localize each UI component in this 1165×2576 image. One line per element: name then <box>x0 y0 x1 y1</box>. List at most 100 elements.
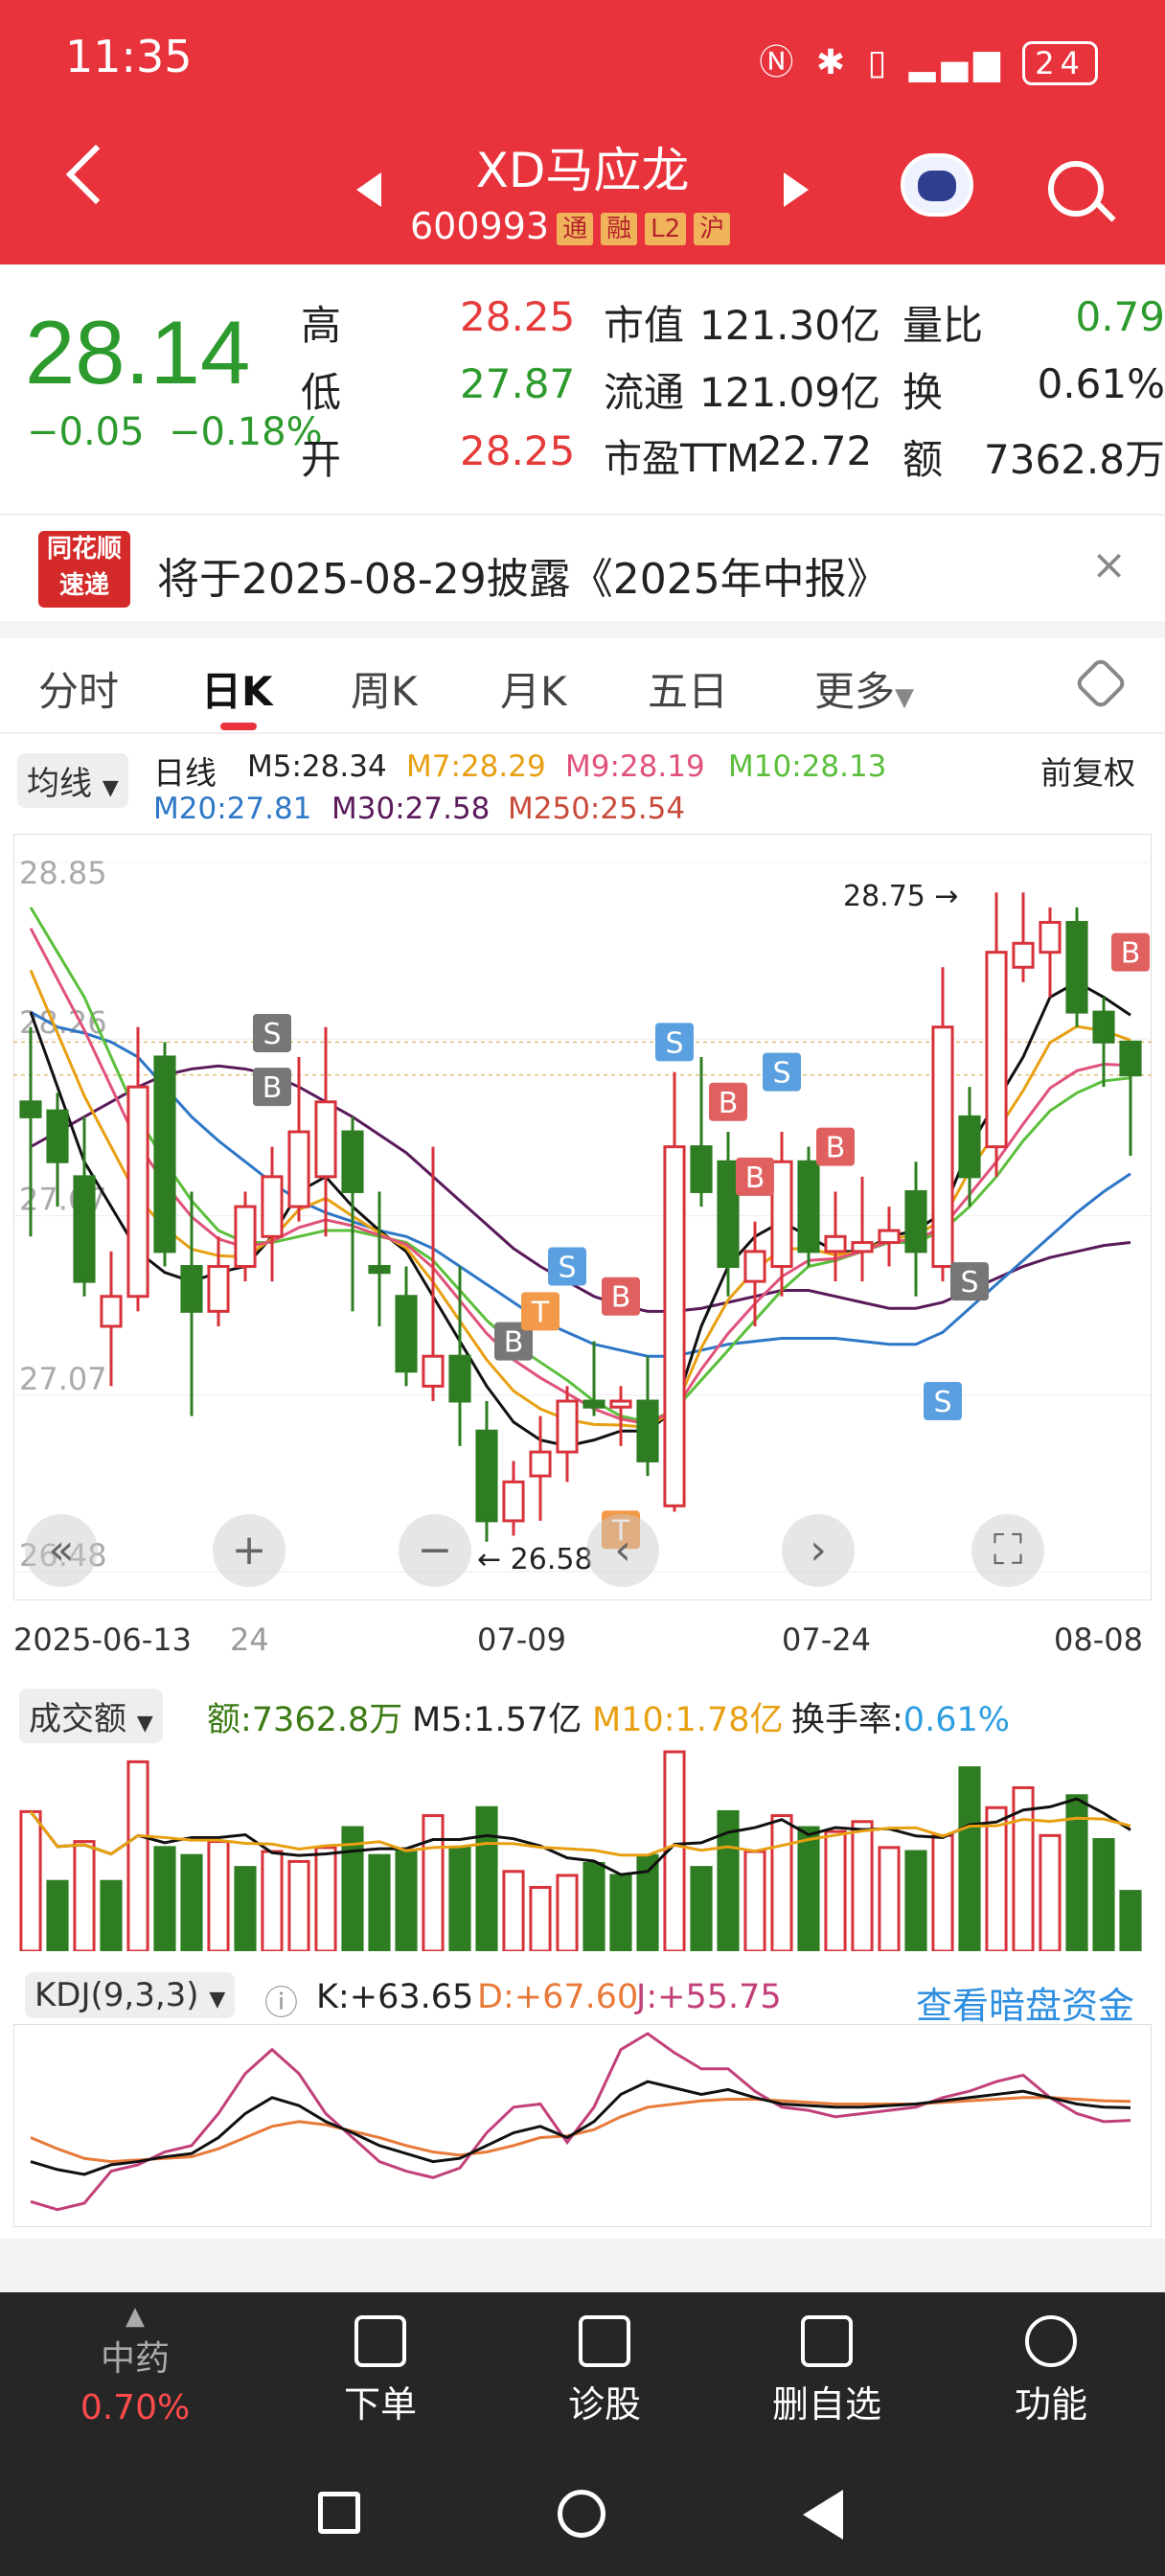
signal-label: B <box>745 1162 765 1195</box>
tab-more[interactable]: 更多▼ <box>814 659 914 718</box>
next-stock-icon[interactable] <box>784 172 809 207</box>
tag-hu: 沪 <box>694 212 731 245</box>
volume-selector[interactable]: 成交额 ▼ <box>19 1689 163 1743</box>
volume-bar <box>100 1879 123 1951</box>
x-label-0709: 07-09 <box>477 1622 566 1658</box>
label-low: 低 <box>301 369 342 416</box>
change-pct: −0.18% <box>169 410 323 454</box>
volume-bar <box>46 1879 69 1951</box>
search-icon-handle <box>1095 201 1116 222</box>
control-glyph: − <box>418 1526 453 1575</box>
volume-bar <box>904 1850 927 1951</box>
volume-bar <box>180 1853 203 1951</box>
kline-chart[interactable]: 28.8528.2627.6727.0726.4828.75 →← 26.58S… <box>13 834 1152 1600</box>
chart-settings-icon[interactable] <box>1073 656 1129 711</box>
volume-bar <box>261 1850 284 1951</box>
chart-control-zoom-out[interactable]: − <box>399 1514 471 1587</box>
vol-turnover-value: 0.61% <box>902 1701 1010 1739</box>
control-glyph: ‹ <box>614 1526 631 1575</box>
price-change: −0.05 −0.18% <box>27 410 323 454</box>
volume-bar <box>422 1814 445 1951</box>
volume-bar <box>73 1840 96 1951</box>
dark-pool-link[interactable]: 查看暗盘资金 <box>916 1976 1134 2029</box>
chart-control-fast[interactable]: « <box>25 1514 98 1587</box>
chart-control-next[interactable]: › <box>782 1514 855 1587</box>
candle-body <box>851 1241 874 1254</box>
ma-m20: M20:27.81 <box>153 792 312 826</box>
nav-order[interactable]: 下单 <box>308 2315 452 2427</box>
search-icon[interactable] <box>1048 161 1104 217</box>
chart-control-zoom-in[interactable]: + <box>213 1514 286 1587</box>
signal-label: S <box>665 1026 683 1060</box>
notice-text: 将于2025-08-29披露《2025年中报》 <box>157 555 889 604</box>
signal-label: B <box>504 1326 524 1360</box>
tab-monthly-k[interactable]: 月K <box>500 659 567 718</box>
tab-daily-k[interactable]: 日K <box>201 659 273 718</box>
min-price-label: ← 26.58 <box>477 1543 593 1576</box>
ma-selector-label: 均线 <box>27 765 92 803</box>
tab-five-day[interactable]: 五日 <box>648 659 728 718</box>
candle-body <box>180 1265 203 1313</box>
recent-apps-icon[interactable] <box>318 2492 360 2534</box>
home-icon[interactable] <box>558 2490 605 2538</box>
candle-body <box>1119 1040 1142 1077</box>
tab-active-indicator <box>220 723 257 730</box>
volume-bar <box>609 1874 632 1951</box>
volume-bar <box>287 1859 310 1951</box>
kdj-kv-line <box>30 2080 1131 2176</box>
tag-rong: 融 <box>601 212 638 245</box>
remove-watchlist-icon <box>801 2315 853 2367</box>
tab-weekly-k[interactable]: 周K <box>351 659 418 718</box>
volume-bar <box>1092 1838 1115 1951</box>
ma-m5: M5:28.34 <box>247 749 387 784</box>
candle-body <box>100 1295 123 1328</box>
signal-label: B <box>719 1087 739 1120</box>
candle-body <box>422 1354 445 1388</box>
vol-turnover: 换手率:0.61% <box>791 1692 1010 1741</box>
ma-selector[interactable]: 均线 ▼ <box>17 753 128 808</box>
kdj-selector[interactable]: KDJ(9,3,3) ▼ <box>25 1972 236 2018</box>
tag-l2: L2 <box>645 212 687 245</box>
close-icon[interactable]: × <box>1091 540 1127 589</box>
nav-remove-watchlist[interactable]: 删自选 <box>755 2315 899 2427</box>
chart-control-full[interactable]: ⛶ <box>971 1514 1044 1587</box>
candle-body <box>502 1480 525 1523</box>
chart-control-prev[interactable]: ‹ <box>586 1514 659 1587</box>
value-amount: 7362.8万 <box>984 436 1165 483</box>
candle-body <box>690 1145 713 1193</box>
volume-bar <box>1039 1833 1062 1951</box>
nav-diagnose-label: 诊股 <box>567 2383 641 2426</box>
candle-body <box>717 1160 740 1269</box>
volume-bar <box>556 1874 579 1951</box>
volume-bar <box>341 1826 364 1951</box>
sector-quote[interactable]: ▲ 中药 0.70% <box>63 2302 207 2427</box>
status-time: 11:35 <box>65 31 193 82</box>
volume-bar <box>931 1833 954 1951</box>
y-tick-label: 28.85 <box>19 855 107 891</box>
label-open: 开 <box>301 436 342 483</box>
volume-bar <box>207 1840 230 1951</box>
adjust-mode[interactable]: 前复权 <box>1040 748 1135 794</box>
back-nav-icon[interactable] <box>803 2490 843 2540</box>
nav-functions[interactable]: 功能 <box>979 2315 1123 2427</box>
nav-diagnose[interactable]: 诊股 <box>533 2315 676 2427</box>
candle-body <box>234 1205 257 1269</box>
ai-assistant-icon[interactable] <box>901 153 973 217</box>
help-icon[interactable]: ⓘ <box>264 1976 298 2025</box>
signal-label: S <box>772 1057 790 1091</box>
value-vratio: 0.79 <box>1075 293 1165 340</box>
tab-intraday[interactable]: 分时 <box>38 659 119 718</box>
notice-banner[interactable]: 同花顺 速递 将于2025-08-29披露《2025年中报》 × <box>0 514 1165 621</box>
ma-m10: M10:28.13 <box>728 749 887 784</box>
candle-body <box>1012 941 1035 969</box>
volume-bar <box>851 1820 874 1951</box>
value-turnover: 0.61% <box>1037 360 1165 407</box>
top-bar: 11:35 Ⓝ ✱ ▯ ▂▄▆ 24 XD马应龙 600993 通融 L2 沪 <box>0 0 1165 264</box>
logo-top: 同花顺 <box>46 535 122 564</box>
volume-bar <box>582 1861 605 1951</box>
ma-m30: M30:27.58 <box>331 792 491 826</box>
ma-m7: M7:28.29 <box>406 749 546 784</box>
volume-bar <box>824 1829 847 1951</box>
battery-indicator: 24 <box>1022 41 1098 85</box>
label-vratio: 量比 <box>902 302 984 349</box>
